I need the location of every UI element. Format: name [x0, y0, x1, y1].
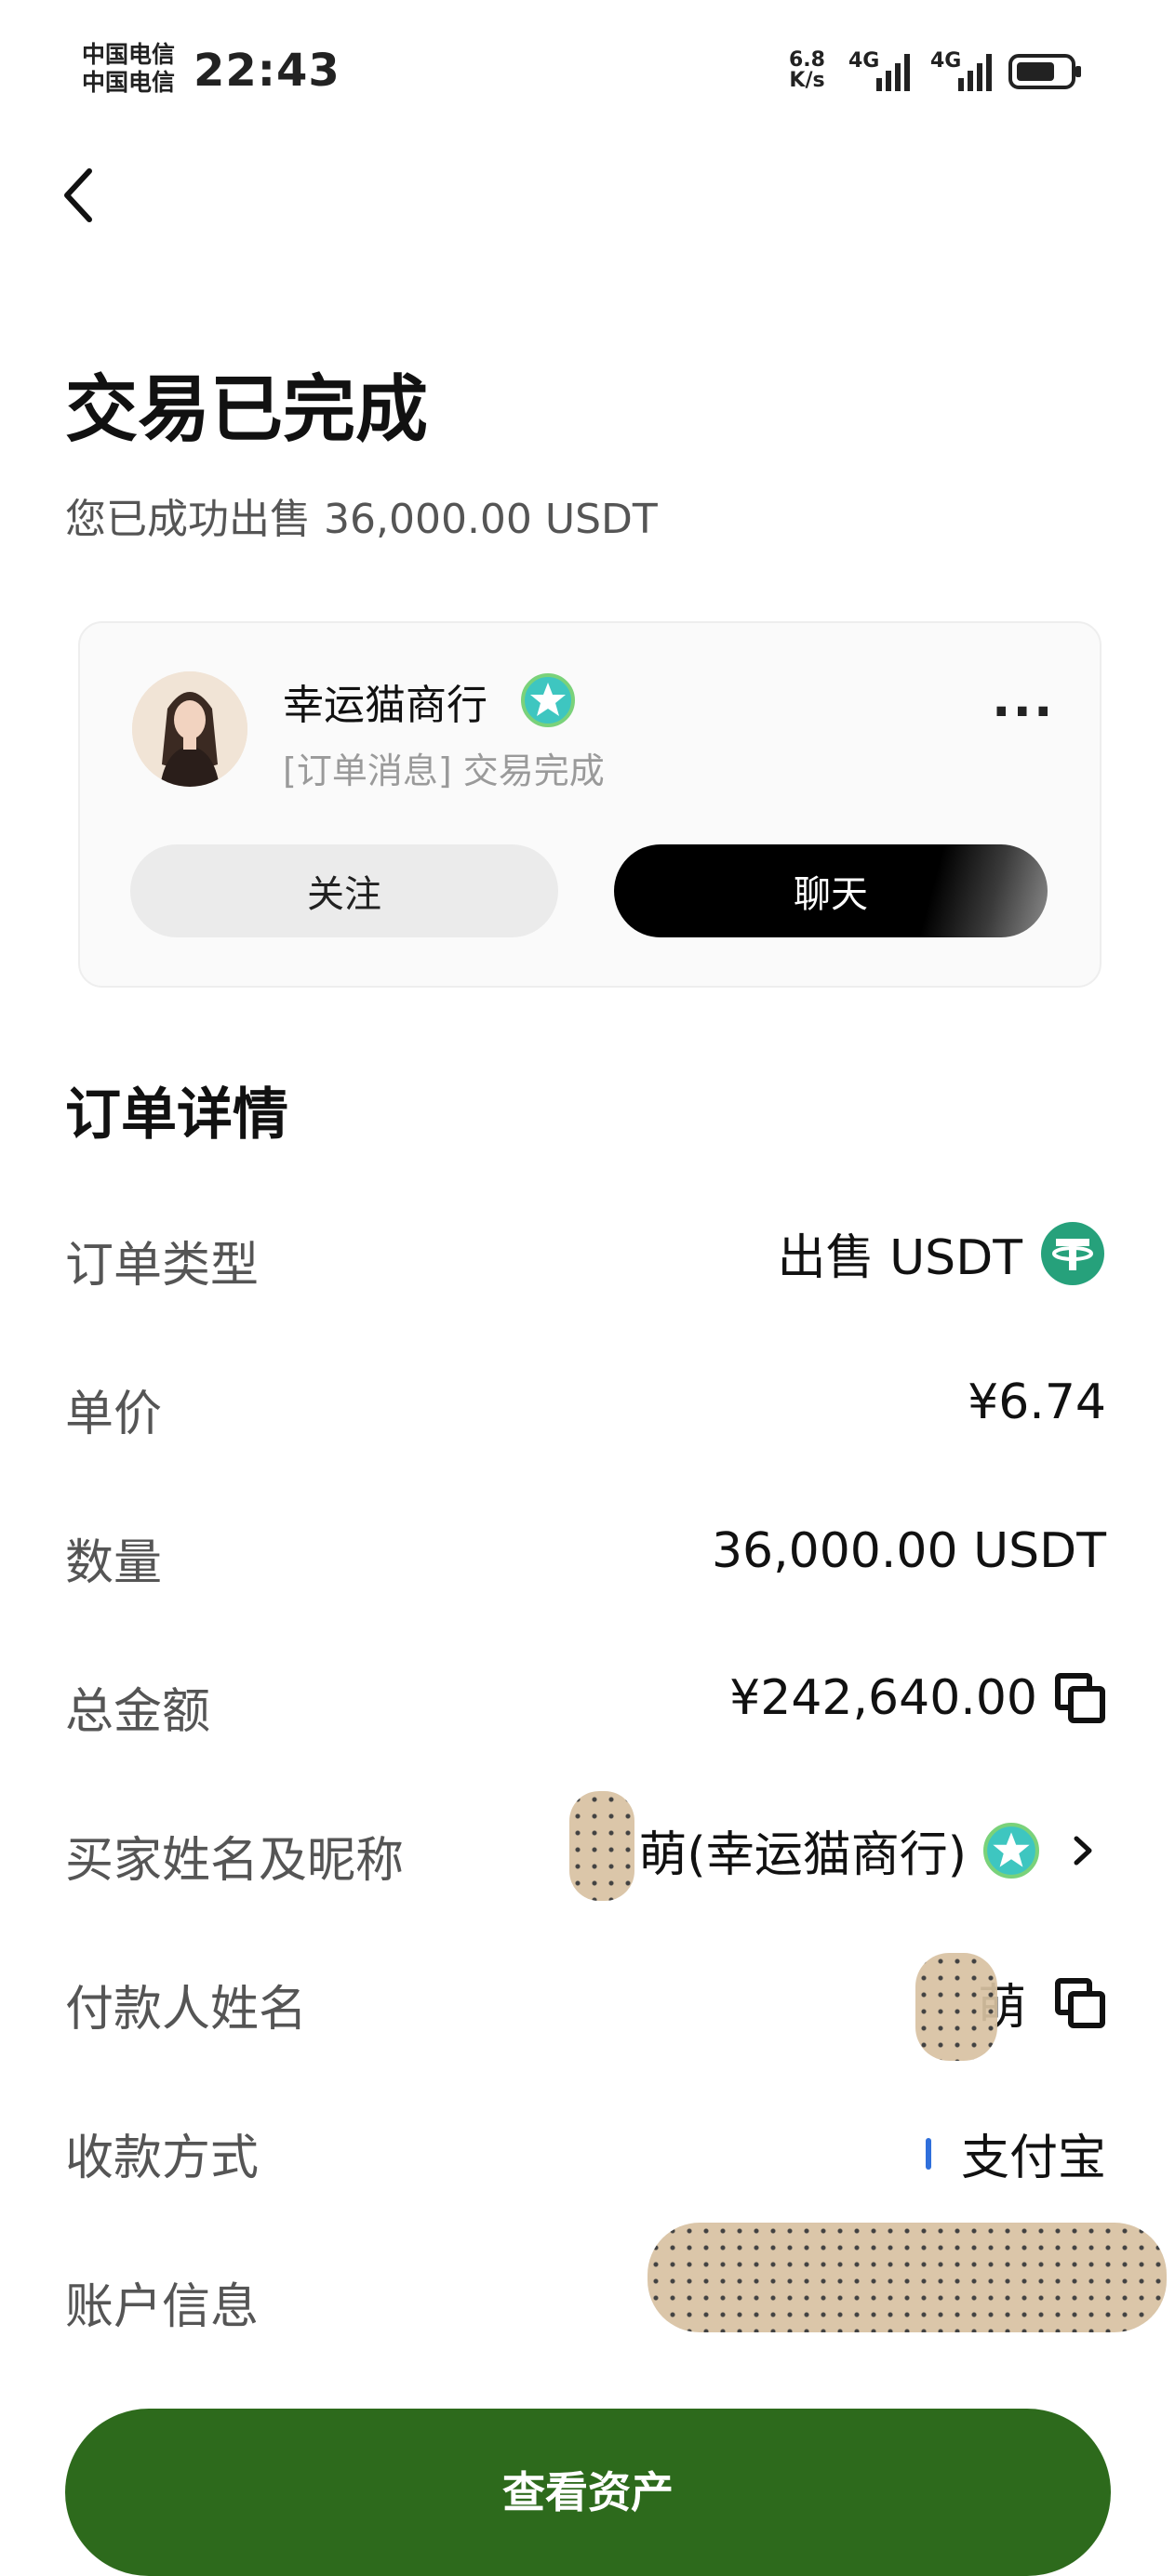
unit-price-label: 单价 — [65, 1387, 163, 1442]
more-options-icon[interactable]: ··· — [992, 683, 1055, 741]
buyer-name-label: 买家姓名及昵称 — [65, 1833, 405, 1889]
net-type-1: 4G — [848, 49, 879, 73]
copy-icon[interactable] — [1054, 1977, 1106, 2029]
follow-button[interactable]: 关注 — [130, 844, 558, 937]
copy-icon[interactable] — [1054, 1672, 1106, 1724]
net-speed: 6.8 K/s — [789, 48, 825, 92]
payer-name-label: 付款人姓名 — [65, 1982, 308, 2038]
order-type-label: 订单类型 — [65, 1238, 260, 1294]
signal-icon-1: 4G — [847, 46, 917, 100]
buyer-name-value[interactable]: 萌(幸运猫商行) — [638, 1815, 1106, 1885]
payment-method-text: 支付宝 — [960, 2131, 1106, 2186]
view-assets-button[interactable]: 查看资产 — [65, 2409, 1111, 2576]
status-time: 22:43 — [194, 45, 340, 97]
merchant-last-message: [订单消息] 交易完成 — [283, 750, 605, 791]
alipay-indicator — [925, 2137, 931, 2170]
buyer-name-text: 萌(幸运猫商行) — [638, 1827, 967, 1883]
page-subtitle: 您已成功出售 36,000.00 USDT — [65, 496, 658, 543]
merchant-card: 幸运猫商行 [订单消息] 交易完成 ··· 关注 聊天 — [78, 621, 1102, 988]
unit-price-value: ¥6.74 — [968, 1374, 1106, 1430]
payment-method-label: 收款方式 — [65, 2131, 260, 2186]
view-assets-label: 查看资产 — [502, 2467, 674, 2517]
battery-icon — [1008, 54, 1081, 89]
usdt-icon — [1041, 1221, 1104, 1285]
carrier-2: 中国电信 — [82, 69, 176, 96]
account-info-label: 账户信息 — [65, 2279, 260, 2335]
page-title: 交易已完成 — [65, 368, 429, 452]
quantity-label: 数量 — [65, 1535, 163, 1591]
total-amount-value: ¥242,640.00 — [729, 1670, 1106, 1726]
verified-icon — [521, 673, 575, 727]
chat-button[interactable]: 聊天 — [614, 844, 1048, 937]
order-type-text: 出售 USDT — [777, 1230, 1022, 1286]
carrier-labels: 中国电信 中国电信 — [82, 41, 175, 97]
buyer-verified-icon — [983, 1822, 1039, 1879]
payment-method-value: 支付宝 — [925, 2118, 1106, 2188]
back-icon[interactable] — [60, 166, 97, 225]
chevron-right-icon[interactable] — [1060, 1827, 1106, 1874]
signal-icon-2: 4G — [928, 46, 999, 100]
order-type-value: 出售 USDT — [778, 1218, 1106, 1288]
total-amount-label: 总金额 — [65, 1684, 211, 1740]
net-type-2: 4G — [930, 49, 961, 73]
quantity-value: 36,000.00 USDT — [711, 1523, 1106, 1579]
total-amount-text: ¥242,640.00 — [729, 1670, 1037, 1726]
order-details-heading: 订单详情 — [65, 1082, 288, 1148]
merchant-avatar[interactable] — [132, 671, 247, 787]
merchant-name[interactable]: 幸运猫商行 — [283, 671, 487, 731]
redaction-mark — [648, 2223, 1167, 2332]
carrier-1: 中国电信 — [82, 41, 176, 68]
redaction-mark — [915, 1953, 997, 2061]
redaction-mark — [569, 1791, 634, 1901]
